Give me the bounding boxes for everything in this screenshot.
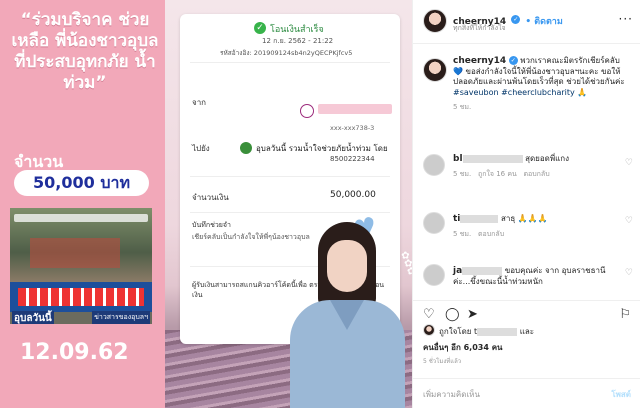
comment-username[interactable]: bl <box>453 154 463 164</box>
redacted-username <box>477 327 518 336</box>
like-comment-icon[interactable]: ♡ <box>625 216 633 226</box>
caption-avatar[interactable] <box>423 58 447 82</box>
comments-list: cheerny14 ✓ พวกเราคณะมิตรรักเชียร์คลับ💙 … <box>413 44 640 330</box>
redacted-sender-name <box>318 104 392 114</box>
redacted-username <box>460 214 499 223</box>
success-check-icon: ✓ <box>254 22 266 34</box>
post-timestamp[interactable]: 5 ชั่วโมงที่แล้ว <box>423 356 461 366</box>
follow-button[interactable]: • ติดตาม <box>525 17 562 27</box>
slip-reference: รหัสอ้างอิง: 201909124sb4n2yQECPKjfcv5 <box>220 49 353 57</box>
caption-username[interactable]: cheerny14 <box>453 56 506 66</box>
slip-amount-label: จำนวนเงิน <box>192 193 229 202</box>
verified-badge-icon: ✓ <box>508 56 518 65</box>
poster-date: 12.09.62 <box>20 340 129 365</box>
instagram-post-view: “ร่วมบริจาค ช่วยเหลือ พี่น้องชาวอุบล ที่… <box>0 0 640 408</box>
flyer-logo: อุบลวันนี้ <box>12 311 54 324</box>
comment-item: bl สุดยอดพี่แกง 5 ชม. ถูกใจ 16 คน ตอบกลั… <box>453 154 613 180</box>
slip-to-name: อุบลวันนี้ รวมน้ำใจช่วยภัยน้ำท่วม โดย <box>256 144 388 153</box>
comment-likes[interactable]: ถูกใจ 16 คน <box>478 170 517 178</box>
avatar[interactable] <box>423 9 447 33</box>
share-icon[interactable]: ➤ <box>467 307 478 322</box>
person-photo <box>290 222 405 408</box>
slip-to-account: 8500222344 <box>330 155 375 163</box>
flyer-logo-secondary: ข่าวสารของอุบลฯ <box>92 311 150 324</box>
slip-divider <box>190 176 390 177</box>
comment-input[interactable]: เพิ่มความคิดเห็น <box>423 388 480 401</box>
post-actions-bar: ♡ ◯ ➤ ⚐ <box>413 300 640 322</box>
slip-from-account: xxx-xxx738-3 <box>330 124 375 132</box>
slip-from-label: จาก <box>192 98 207 107</box>
comment-avatar[interactable] <box>423 264 445 286</box>
more-options-icon[interactable]: ··· <box>619 12 633 26</box>
flood-news-flyer: อุบลวันนี้ ข่าวสารของอุบลฯ <box>10 208 152 324</box>
liked-by-and: และ <box>519 327 535 336</box>
comment-time: 5 ชม. <box>453 229 472 238</box>
liked-by: ถูกใจโดย t และ <box>439 325 534 338</box>
like-comment-icon[interactable]: ♡ <box>625 158 633 168</box>
verified-badge-icon: ✓ <box>511 15 521 24</box>
caption: cheerny14 ✓ พวกเราคณะมิตรรักเชียร์คลับ💙 … <box>453 56 629 113</box>
redacted-username <box>462 266 503 275</box>
slip-date: 12 ก.ย. 2562 - 21:22 <box>262 37 334 45</box>
reply-button[interactable]: ตอบกลับ <box>478 230 504 238</box>
comment-text: สุดยอดพี่แกง <box>525 154 570 163</box>
comment-avatar[interactable] <box>423 212 445 234</box>
comment-item: ti สาธุ 🙏🙏🙏 5 ชม. ตอบกลับ <box>453 214 613 240</box>
comment-text: สาธุ 🙏🙏🙏 <box>500 214 548 223</box>
liker-avatar[interactable] <box>423 324 435 336</box>
header-subtitle: ทุกสิ่งที่ให้กำลังใจ <box>453 24 506 32</box>
comment-avatar[interactable] <box>423 154 445 176</box>
face <box>327 240 367 292</box>
poster-amount-value: 50,000 บาท <box>14 170 149 196</box>
flyer-info-band <box>10 282 152 312</box>
post-image: “ร่วมบริจาค ช่วยเหลือ พี่น้องชาวอุบล ที่… <box>0 0 412 408</box>
slip-title: โอนเงินสำเร็จ <box>270 25 324 35</box>
comment-time: 5 ชม. <box>453 169 472 178</box>
slip-memo-label: บันทึกช่วยจำ <box>192 221 231 229</box>
add-comment-bar: เพิ่มความคิดเห็น โพสต์ <box>413 378 640 408</box>
caption-time: 5 ชม. <box>453 103 472 111</box>
slip-divider <box>190 212 390 213</box>
receiver-bank-icon <box>240 142 252 154</box>
comment-item: ja ขอบคุณค่ะ จาก อุบลราชธานีค่ะ...ขึ้งขณ… <box>453 266 613 287</box>
flyer-title-bar <box>14 214 148 222</box>
comment-username[interactable]: ja <box>453 266 462 276</box>
liked-by-text[interactable]: ถูกใจโดย t <box>439 327 477 336</box>
slip-to-label: ไปยัง <box>192 144 210 153</box>
like-count[interactable]: คนอื่นๆ อีก 6,034 คน <box>423 341 503 354</box>
redacted-username <box>462 154 523 163</box>
slip-amount: 50,000.00 <box>330 190 376 200</box>
like-comment-icon[interactable]: ♡ <box>625 268 633 278</box>
like-heart-icon[interactable]: ♡ <box>423 307 435 322</box>
sender-bank-icon <box>300 104 314 118</box>
post-header: cheerny14 ✓ • ติดตาม ทุกสิ่งที่ให้กำลังใ… <box>413 0 640 44</box>
poster-headline: “ร่วมบริจาค ช่วยเหลือ พี่น้องชาวอุบล ที่… <box>11 10 159 93</box>
comment-icon[interactable]: ◯ <box>445 307 460 322</box>
caption-hashtags[interactable]: #saveubon #cheerclubcharity 🙏 <box>453 88 587 97</box>
post-comment-button[interactable]: โพสต์ <box>611 388 631 401</box>
post-side-panel: cheerny14 ✓ • ติดตาม ทุกสิ่งที่ให้กำลังใ… <box>412 0 640 408</box>
reply-button[interactable]: ตอบกลับ <box>523 170 549 178</box>
slip-divider <box>190 62 390 63</box>
comment-username[interactable]: ti <box>453 214 460 224</box>
save-bookmark-icon[interactable]: ⚐ <box>619 307 631 322</box>
